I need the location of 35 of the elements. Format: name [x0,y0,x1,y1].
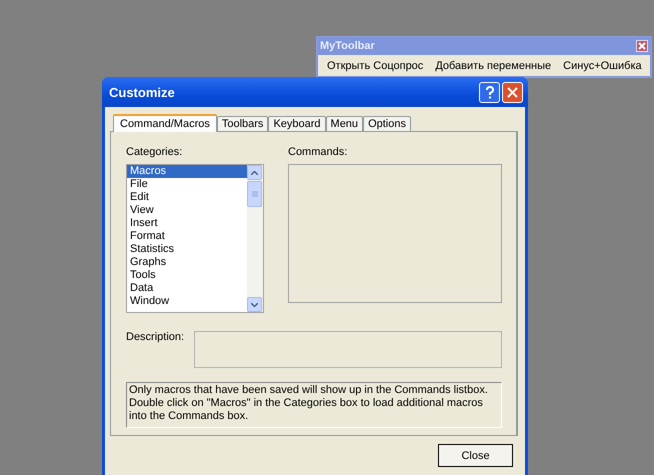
category-item[interactable]: Format [127,230,247,243]
close-button[interactable]: Close [438,444,513,467]
category-item[interactable]: Macros [127,165,247,178]
close-icon[interactable] [636,40,648,52]
category-item[interactable]: View [127,204,247,217]
help-icon [484,86,494,98]
close-button[interactable] [502,82,523,102]
scroll-down-icon[interactable] [247,297,262,312]
tab[interactable]: Keyboard [268,116,326,131]
description-label: Description: [126,331,184,345]
close-icon [507,86,518,98]
category-item[interactable]: Window [127,295,247,308]
tab[interactable]: Command/Macros [113,114,217,132]
categories-label: Categories: [126,146,182,158]
tab[interactable]: Toolbars [216,116,268,131]
tab[interactable]: Options [363,116,411,131]
dialog-title: Customize [109,84,175,100]
commands-label: Commands: [288,146,348,158]
info-text: Only macros that have been saved will show up in the Commands listbox. Double click on "Macros" in the Categories box to load additional macros into the Commands box. [126,382,502,428]
category-item[interactable]: File [127,178,247,191]
toolbar-button[interactable]: Синус+Ошибка [558,58,647,74]
help-button[interactable] [479,82,500,102]
scroll-thumb[interactable] [247,181,262,207]
category-item[interactable]: Data [127,282,247,295]
category-item[interactable]: Graphs [127,256,247,269]
tab[interactable]: Menu [326,116,364,131]
category-item[interactable]: Tools [127,269,247,282]
category-item[interactable]: Edit [127,191,247,204]
category-item[interactable]: Insert [127,217,247,230]
scroll-up-icon[interactable] [247,165,262,180]
toolbar-button[interactable]: Добавить переменные [430,58,556,74]
category-item[interactable]: Statistics [127,243,247,256]
toolbar-button[interactable]: Открыть Соцопрос [322,58,428,74]
toolbar-title: MyToolbar [320,40,375,52]
categories-list[interactable]: Macros File Edit View Insert Format Statistics Graphs Tools Data Window [126,164,264,313]
